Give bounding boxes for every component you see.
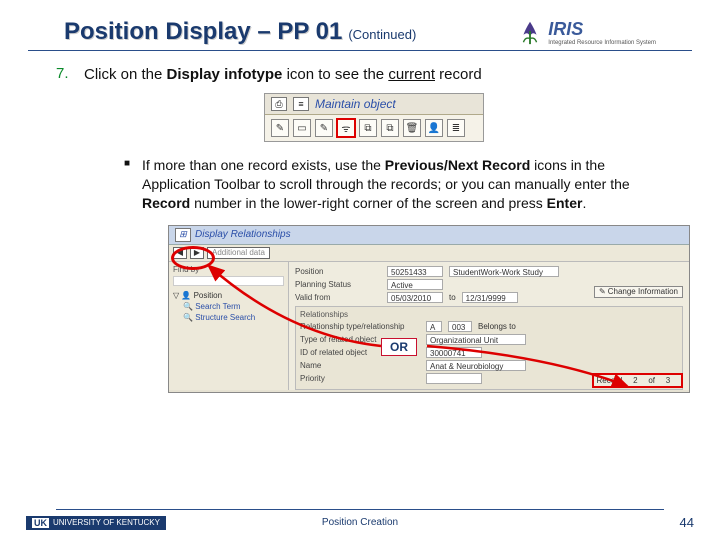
red-circle-annotation [171, 246, 215, 270]
iris-flower-icon [516, 18, 544, 46]
uk-logo: UK UNIVERSITY OF KENTUCKY [26, 516, 166, 530]
ss-app-icon: ⊞ [175, 228, 191, 242]
continued-label: (Continued) [348, 27, 416, 42]
sub-bullet: If more than one record exists, use the … [84, 156, 664, 213]
tree-root-position[interactable]: ▽ 👤 Position [173, 290, 284, 301]
iris-logo-subtitle: Integrated Resource Information System [548, 40, 656, 46]
sap-screenshot: ⊞ Display Relationships ◀ ▶ Additional d… [168, 225, 690, 393]
maintain-object-toolbar: ⎙ ≡ Maintain object ✎ ▭ ✎ ᯤ ⧉ ⧉ 🗑 👤 ≣ [264, 93, 484, 142]
toolbar-btn-delete[interactable]: 🗑 [403, 119, 421, 137]
toolbar-btn-user[interactable]: 👤 [425, 119, 443, 137]
footer-title: Position Creation [322, 517, 398, 528]
iris-logo-text: IRIS [548, 19, 583, 39]
toolbar-btn-copy[interactable]: ⧉ [359, 119, 377, 137]
toolbar-btn-1[interactable]: ✎ [271, 119, 289, 137]
display-infotype-icon[interactable]: ᯤ [337, 119, 355, 137]
iris-logo: IRIS Integrated Resource Information Sys… [516, 18, 656, 46]
step-number: 7. [56, 65, 69, 82]
page-number: 44 [680, 515, 694, 530]
toolbar-btn-edit[interactable]: ✎ [315, 119, 333, 137]
find-by-input[interactable] [173, 276, 284, 286]
toolbar-btn-new[interactable]: ▭ [293, 119, 311, 137]
toolbar-icon-1: ⎙ [271, 97, 287, 111]
page-title: Position Display – PP 01 [64, 18, 342, 46]
change-information-button[interactable]: ✎Change Information [594, 286, 683, 298]
toolbar-btn-copy2[interactable]: ⧉ [381, 119, 399, 137]
tree-structure-search[interactable]: 🔍 Structure Search [173, 312, 284, 323]
ss-left-panel: Find by ▽ 👤 Position 🔍 Search Term 🔍 Str… [169, 262, 289, 390]
or-label: OR [381, 338, 417, 356]
ss-right-panel: Position50251433StudentWork-Work Study P… [289, 262, 689, 390]
toolbar-icon-2: ≡ [293, 97, 309, 111]
additional-data-tab[interactable]: Additional data [207, 247, 270, 259]
record-counter: Record 2 of 3 [592, 373, 683, 388]
maintain-object-label: Maintain object [315, 97, 396, 111]
step-text: Click on the Display infotype icon to se… [84, 66, 482, 83]
tree-search-term[interactable]: 🔍 Search Term [173, 301, 284, 312]
record-number-input[interactable]: 2 [625, 376, 645, 385]
ss-title: Display Relationships [195, 229, 291, 240]
footer-divider [56, 509, 664, 510]
toolbar-btn-list[interactable]: ≣ [447, 119, 465, 137]
relationships-section-label: Relationships [300, 310, 678, 319]
